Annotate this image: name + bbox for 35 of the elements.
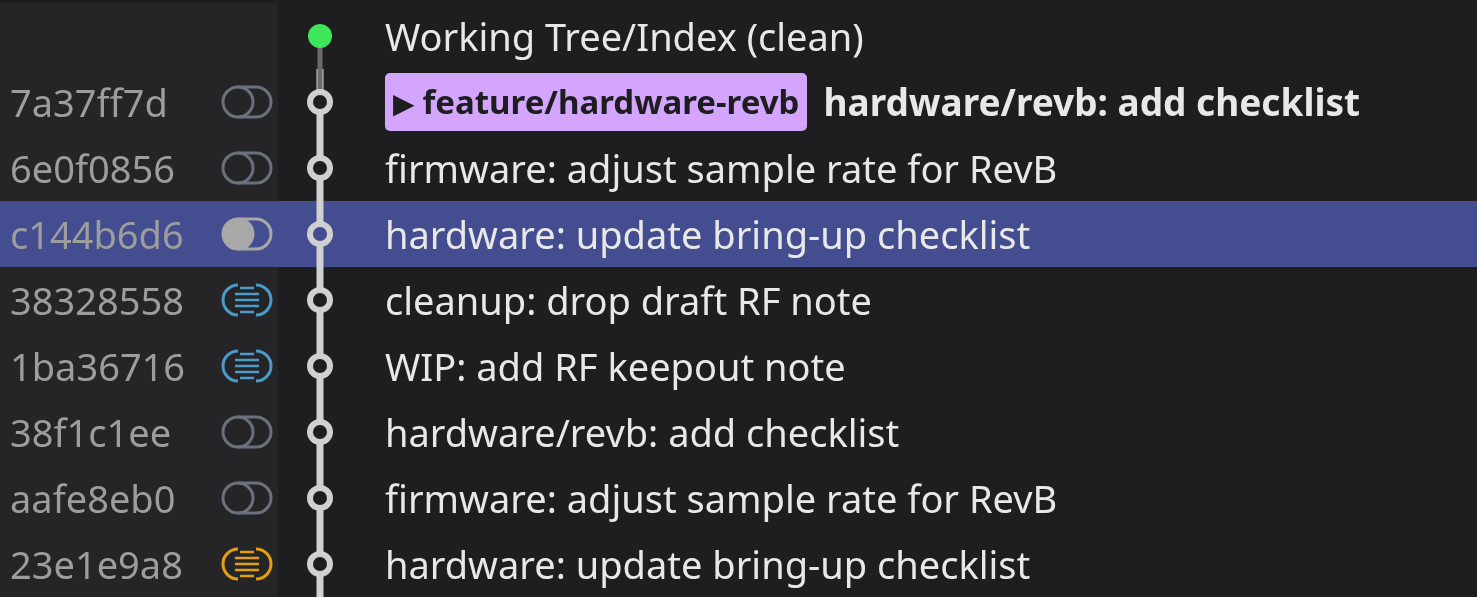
commit-row[interactable]: Working Tree/Index (clean) [0,3,1477,69]
commit-hash: 6e0f0856 [10,140,176,196]
graph-node-drawing [307,465,333,531]
graph-node-drawing [307,69,333,135]
commit-hash: 7a37ff7d [10,74,169,130]
commit-row[interactable]: aafe8eb0 firmware: adjust sample rate for RevB [0,465,1477,531]
commit-hash: aafe8eb0 [10,470,177,526]
head-marker: ▶ [393,82,415,123]
commit-row[interactable]: 38328558 cleanup: drop draft RF note [0,267,1477,333]
commit-message: hardware/revb: add checklist [385,404,900,460]
graph-node-drawing [307,135,333,201]
commit-hash: 38328558 [10,272,185,328]
branch-tag[interactable]: ▶ feature/hardware-revb [385,73,808,131]
commit-hash: c144b6d6 [10,206,185,262]
commit-message: firmware: adjust sample rate for RevB [385,140,1058,196]
commit-hash: 23e1e9a8 [10,536,184,592]
commit-hash: 1ba36716 [10,338,187,394]
commit-message: hardware/revb: add checklist [823,75,1361,130]
commit-message: Working Tree/Index (clean) [385,8,864,64]
commit-message: WIP: add RF keepout note [385,338,846,394]
commit-row[interactable]: 23e1e9a8 hardware: update bring-up checklist [0,531,1477,597]
graph-node-drawing [307,399,333,465]
commit-row[interactable]: 1ba36716 WIP: add RF keepout note [0,333,1477,399]
commit-row[interactable]: c144b6d6 hardware: update bring-up checklist [0,201,1477,267]
graph-node-drawing [307,333,333,399]
graph-node-drawing [307,201,333,267]
commit-message: cleanup: drop draft RF note [385,272,872,328]
commit-message: firmware: adjust sample rate for RevB [385,470,1058,526]
commit-message: hardware: update bring-up checklist [385,206,1031,262]
graph-node-drawing [307,267,333,333]
branch-name: feature/hardware-revb [422,78,800,127]
commit-row[interactable]: 7a37ff7d ▶ feature/hardware-revb hardware/revb: add checklist [0,69,1477,135]
commit-message: hardware: update bring-up checklist [385,536,1031,592]
commit-hash: 38f1c1ee [10,404,173,460]
commit-row[interactable]: 38f1c1ee hardware/revb: add checklist [0,399,1477,465]
